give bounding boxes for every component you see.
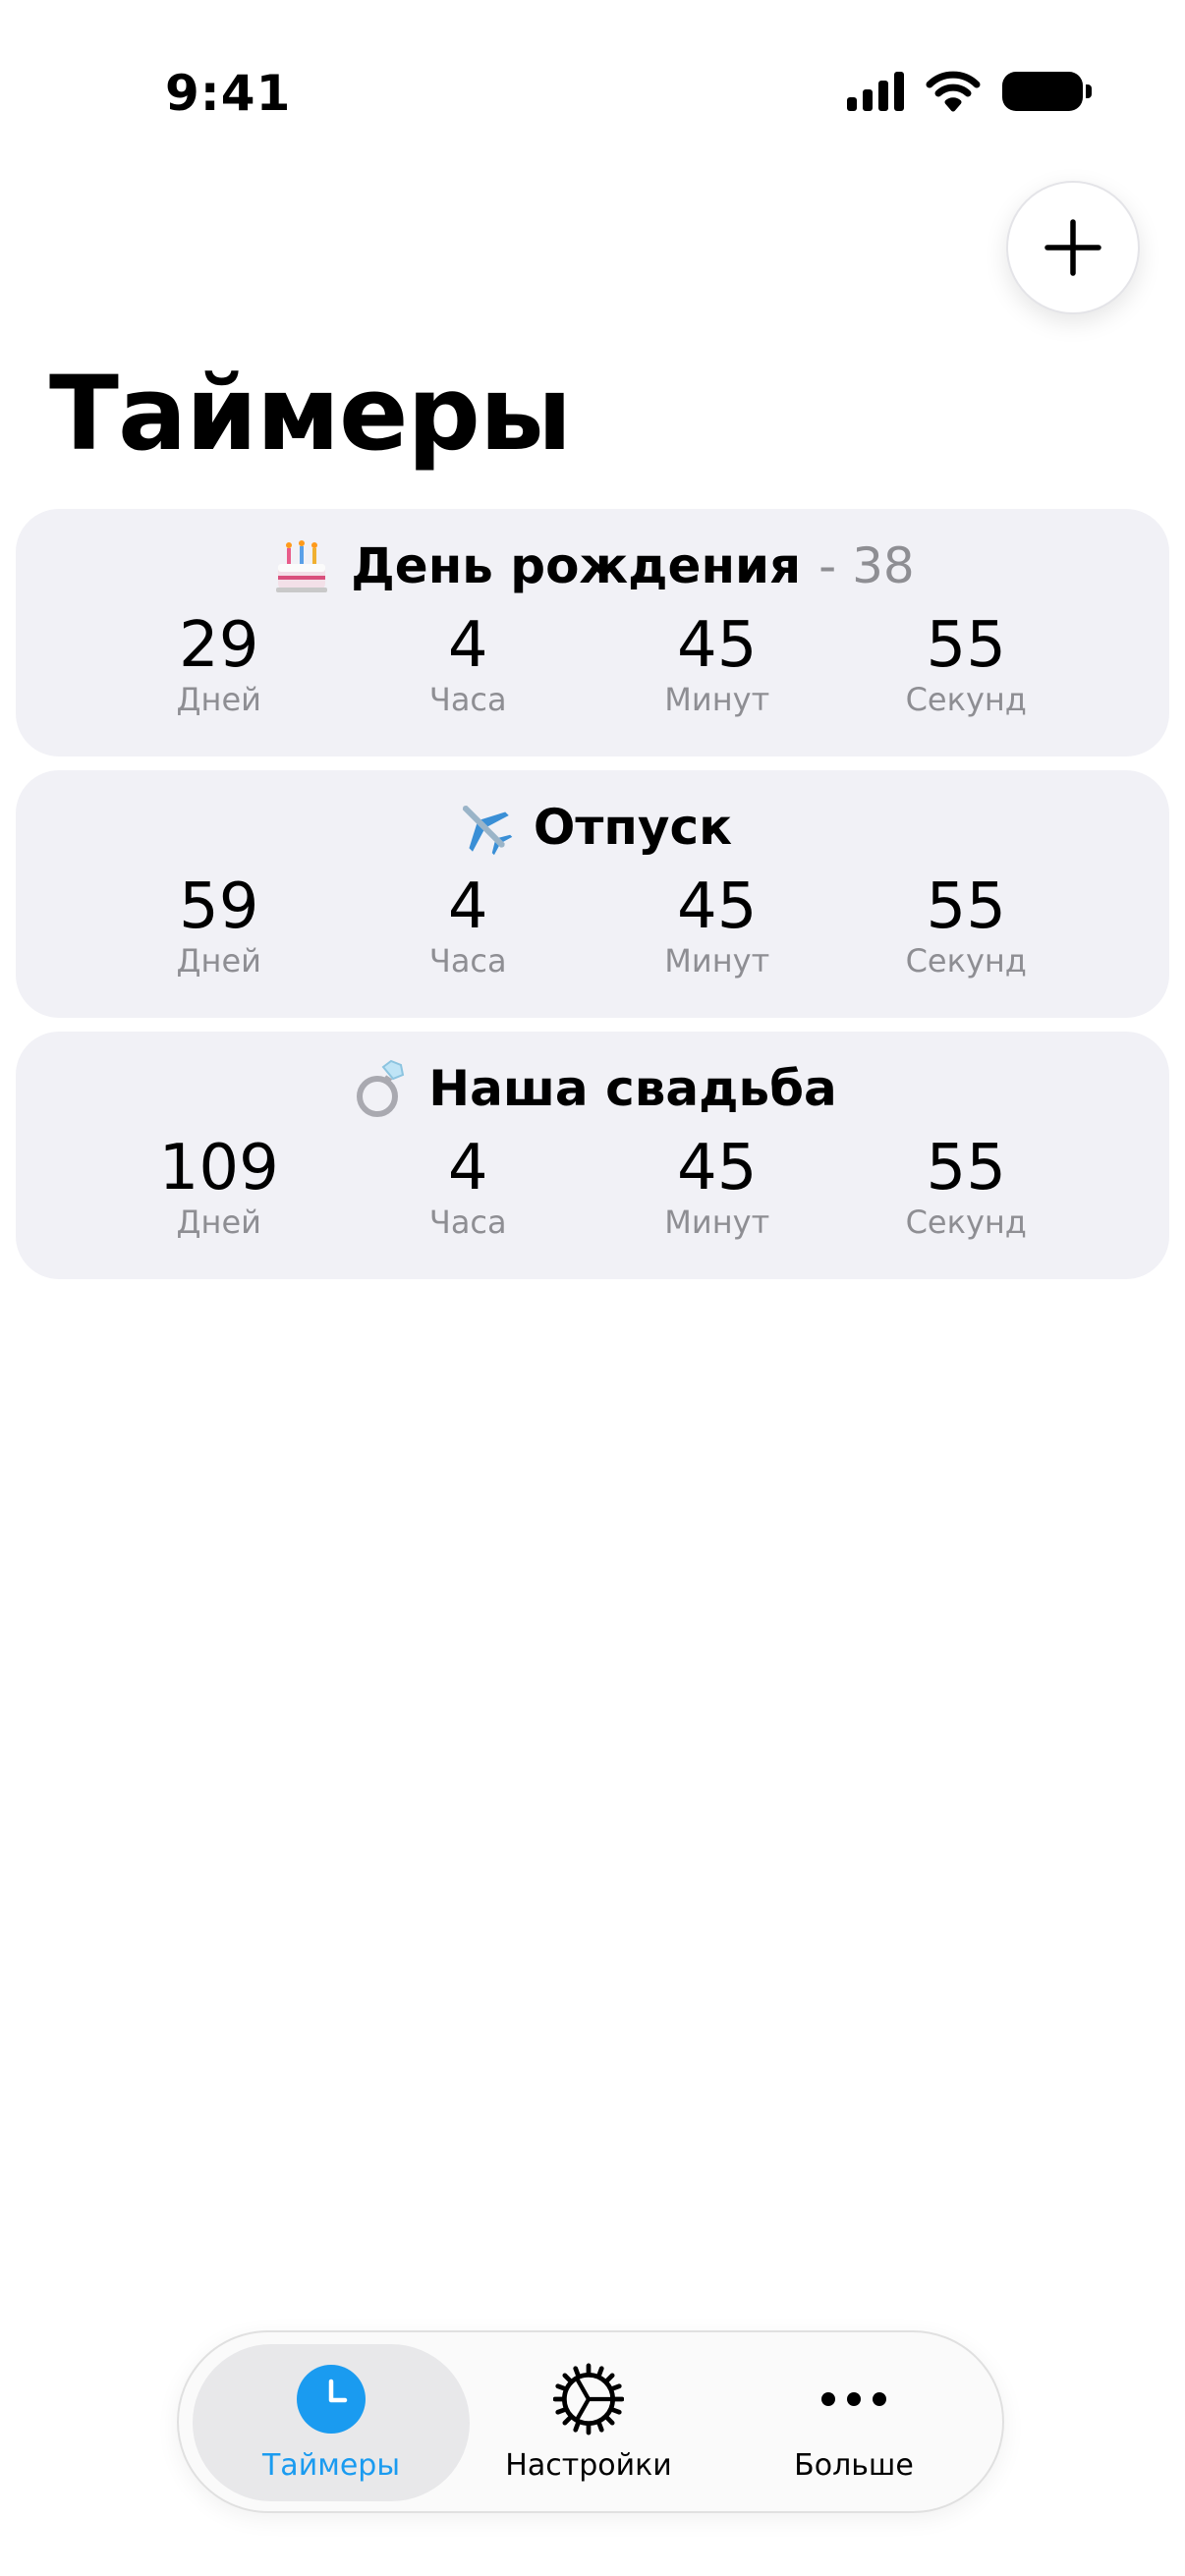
tab-timers-label: Таймеры — [261, 2447, 401, 2483]
minutes-unit: 45 Минут — [619, 1134, 816, 1242]
timer-card[interactable]: Наша свадьба 109 Дней 4 Часа 45 Минут 55… — [16, 1032, 1169, 1279]
hours-value: 4 — [447, 1132, 488, 1204]
minutes-value: 45 — [677, 609, 758, 682]
timer-card[interactable]: Отпуск 59 Дней 4 Часа 45 Минут 55 Секунд — [16, 770, 1169, 1018]
hours-unit: 4 Часа — [369, 611, 566, 719]
timer-list: День рождения - 38 29 Дней 4 Часа 45 Мин… — [16, 509, 1169, 1293]
timer-name: Отпуск — [533, 799, 733, 856]
seconds-value: 55 — [926, 870, 1006, 943]
page-title: Таймеры — [49, 354, 572, 474]
minutes-label: Минут — [664, 681, 770, 718]
screen: 9:41 Таймеры День рождения - 38 29 Дней … — [0, 0, 1185, 2576]
battery-icon — [1002, 72, 1092, 111]
seconds-label: Секунд — [905, 681, 1027, 718]
seconds-value: 55 — [926, 609, 1006, 682]
minutes-unit: 45 Минут — [619, 611, 816, 719]
timer-age-suffix: - 38 — [818, 537, 915, 594]
days-label: Дней — [176, 942, 261, 980]
timer-title: День рождения - 38 — [16, 534, 1169, 597]
cellular-signal-icon — [847, 72, 904, 111]
clock-icon — [296, 2364, 367, 2435]
hours-unit: 4 Часа — [369, 872, 566, 980]
birthday-cake-icon — [276, 540, 328, 592]
days-value: 29 — [179, 609, 259, 682]
wifi-icon — [926, 71, 981, 112]
timer-name: День рождения — [351, 537, 802, 594]
seconds-unit: 55 Секунд — [868, 611, 1064, 719]
minutes-label: Минут — [664, 942, 770, 980]
status-icons — [847, 71, 1092, 112]
seconds-label: Секунд — [905, 942, 1027, 980]
gear-icon — [553, 2363, 624, 2435]
tab-more[interactable]: Больше — [715, 2344, 992, 2501]
seconds-value: 55 — [926, 1132, 1006, 1204]
airplane-icon — [462, 805, 513, 856]
minutes-value: 45 — [677, 870, 758, 943]
hours-label: Часа — [428, 1204, 507, 1241]
hours-value: 4 — [447, 609, 488, 682]
timer-title: Наша свадьба — [16, 1057, 1169, 1120]
tab-settings[interactable]: Настройки — [450, 2344, 727, 2501]
seconds-unit: 55 Секунд — [868, 1134, 1064, 1242]
timer-card[interactable]: День рождения - 38 29 Дней 4 Часа 45 Мин… — [16, 509, 1169, 756]
days-value: 109 — [158, 1132, 279, 1204]
hours-label: Часа — [428, 942, 507, 980]
hours-unit: 4 Часа — [369, 1134, 566, 1242]
add-timer-button[interactable] — [1006, 181, 1140, 314]
days-value: 59 — [179, 870, 259, 943]
plus-icon — [1044, 219, 1101, 276]
minutes-value: 45 — [677, 1132, 758, 1204]
timer-name: Наша свадьба — [428, 1060, 837, 1117]
countdown-values: 109 Дней 4 Часа 45 Минут 55 Секунд — [16, 1134, 1169, 1242]
days-unit: 109 Дней — [121, 1134, 317, 1242]
seconds-unit: 55 Секунд — [868, 872, 1064, 980]
timer-title: Отпуск — [16, 796, 1169, 859]
tab-more-label: Больше — [794, 2447, 914, 2483]
countdown-values: 59 Дней 4 Часа 45 Минут 55 Секунд — [16, 872, 1169, 980]
hours-label: Часа — [428, 681, 507, 718]
minutes-unit: 45 Минут — [619, 872, 816, 980]
days-label: Дней — [176, 681, 261, 718]
more-dots-icon — [818, 2364, 889, 2435]
ring-icon — [357, 1059, 405, 1117]
days-label: Дней — [176, 1204, 261, 1241]
tab-bar: Таймеры Настройки Больше — [177, 2330, 1004, 2513]
countdown-values: 29 Дней 4 Часа 45 Минут 55 Секунд — [16, 611, 1169, 719]
tab-timers[interactable]: Таймеры — [193, 2344, 470, 2501]
hours-value: 4 — [447, 870, 488, 943]
seconds-label: Секунд — [905, 1204, 1027, 1241]
minutes-label: Минут — [664, 1204, 770, 1241]
days-unit: 29 Дней — [121, 611, 317, 719]
days-unit: 59 Дней — [121, 872, 317, 980]
status-time: 9:41 — [165, 65, 292, 122]
tab-settings-label: Настройки — [505, 2447, 672, 2483]
